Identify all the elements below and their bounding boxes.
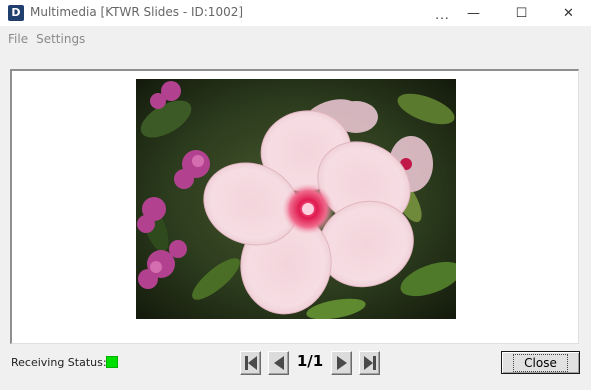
- last-slide-button[interactable]: [359, 351, 380, 375]
- app-icon: D: [8, 5, 24, 21]
- previous-slide-button[interactable]: [268, 351, 289, 375]
- first-slide-button[interactable]: [240, 351, 261, 375]
- skip-last-icon: [363, 356, 376, 370]
- window-close-button[interactable]: ✕: [546, 0, 591, 26]
- menu-bar: File Settings: [0, 28, 591, 50]
- minimize-button[interactable]: —: [451, 0, 496, 26]
- close-button[interactable]: Close: [501, 351, 580, 374]
- slide-image: [136, 79, 456, 319]
- skip-first-icon: [244, 356, 257, 370]
- page-indicator: 1/1: [296, 352, 324, 370]
- menu-settings[interactable]: Settings: [35, 32, 86, 46]
- window-title: Multimedia [KTWR Slides - ID:1002]: [30, 5, 244, 19]
- next-slide-button[interactable]: [331, 351, 352, 375]
- receiving-status-indicator: [106, 356, 118, 368]
- receiving-status-label: Receiving Status:: [11, 356, 107, 369]
- maximize-button[interactable]: ☐: [499, 0, 544, 26]
- chevron-left-icon: [273, 356, 284, 370]
- chevron-right-icon: [336, 356, 347, 370]
- title-bar: D Multimedia [KTWR Slides - ID:1002] ...…: [0, 0, 591, 26]
- close-button-label: Close: [513, 353, 568, 372]
- slide-viewer: [10, 69, 579, 344]
- menu-file[interactable]: File: [7, 32, 29, 46]
